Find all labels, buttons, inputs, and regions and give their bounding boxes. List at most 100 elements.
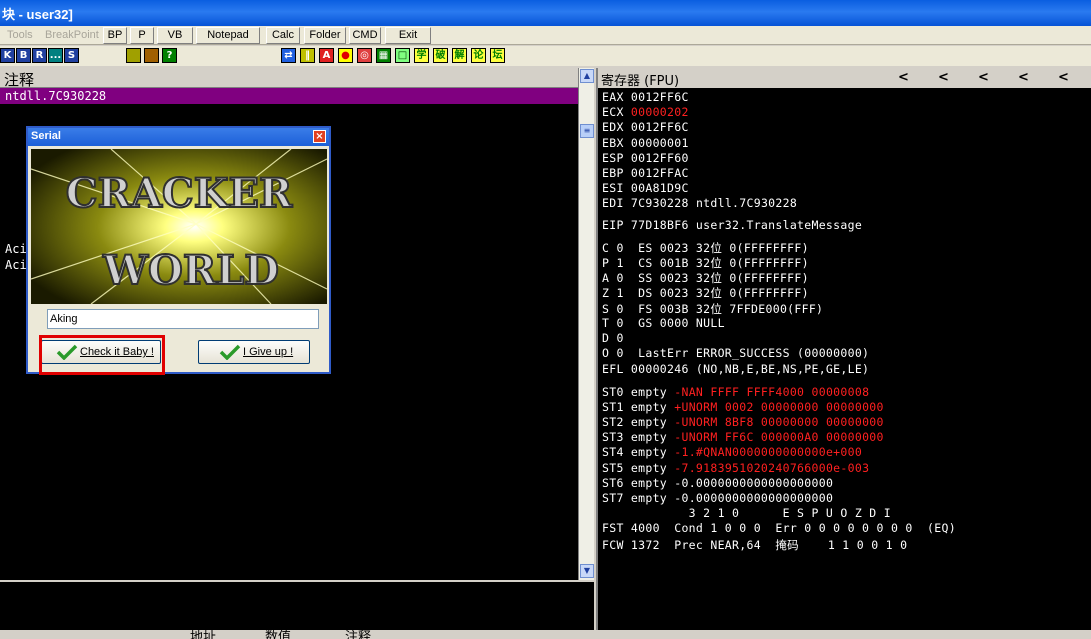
cmd-button[interactable]: CMD bbox=[349, 27, 381, 44]
toolbar-icon-dots[interactable]: ... bbox=[48, 48, 63, 63]
fpu-register-line[interactable]: ST5 empty -7.9183951020240766000e-003 bbox=[602, 461, 869, 475]
arrow-left-icon[interactable]: < bbox=[978, 70, 989, 85]
logo-line-2: WORLD bbox=[102, 247, 279, 294]
address-column-header[interactable]: 地址 bbox=[190, 626, 216, 639]
menu-breakpoint[interactable]: BreakPoint bbox=[45, 29, 99, 41]
toolbar-icon-list[interactable] bbox=[126, 48, 141, 63]
toolbar-icon-xue[interactable]: 学 bbox=[414, 48, 429, 63]
register-line[interactable]: ESP 0012FF60 bbox=[602, 151, 689, 165]
fpu-register-line[interactable]: ST3 empty -UNORM FF6C 000000A0 00000000 bbox=[602, 430, 884, 444]
bp-button[interactable]: BP bbox=[103, 27, 127, 44]
register-value[interactable]: 0012FF60 bbox=[631, 151, 689, 165]
eip-line[interactable]: EIP 77D18BF6 user32.TranslateMessage bbox=[602, 218, 862, 232]
register-line[interactable]: EBP 0012FFAC bbox=[602, 166, 689, 180]
value-column-header[interactable]: 数值 bbox=[265, 626, 291, 639]
register-value[interactable]: 00000001 bbox=[631, 136, 689, 150]
fpu-register-value[interactable]: -UNORM FF6C 000000A0 00000000 bbox=[674, 430, 883, 444]
toolbar-icon-pause[interactable]: ‖ bbox=[300, 48, 315, 63]
fpu-register-value[interactable]: -0.0000000000000000000 bbox=[674, 476, 833, 490]
fpu-register-line[interactable]: ST2 empty -UNORM 8BF8 00000000 00000000 bbox=[602, 415, 884, 429]
fpu-bit-header[interactable]: 3 2 1 0 E S P U O Z D I bbox=[602, 506, 891, 520]
toolbar-icon-r[interactable]: R bbox=[32, 48, 47, 63]
comment-column-header[interactable]: 注释 bbox=[0, 68, 578, 89]
arrow-left-icon[interactable]: < bbox=[898, 70, 909, 85]
arrow-left-icon[interactable]: < bbox=[1018, 70, 1029, 85]
fcw-line[interactable]: FCW 1372 Prec NEAR,64 掩码 1 1 0 0 1 0 bbox=[602, 537, 907, 553]
toolbar-icon-record[interactable]: ● bbox=[338, 48, 353, 63]
vb-button[interactable]: VB bbox=[157, 27, 193, 44]
scroll-up-icon[interactable]: ▲ bbox=[580, 69, 594, 83]
exit-button[interactable]: Exit bbox=[385, 27, 431, 44]
fpu-register-line[interactable]: ST4 empty -1.#QNAN0000000000000e+000 bbox=[602, 445, 862, 459]
list-item[interactable]: Aci bbox=[5, 242, 27, 256]
toolbar-icon-help[interactable]: ? bbox=[162, 48, 177, 63]
notepad-button[interactable]: Notepad bbox=[196, 27, 260, 44]
register-value[interactable]: 0012FFAC bbox=[631, 166, 689, 180]
flag-line[interactable]: O 0 LastErr ERROR_SUCCESS (00000000) bbox=[602, 346, 869, 360]
toolbar-icon-window[interactable]: □ bbox=[395, 48, 410, 63]
fpu-register-line[interactable]: ST0 empty -NAN FFFF FFFF4000 00000008 bbox=[602, 385, 869, 399]
fpu-register-label: ST5 empty bbox=[602, 460, 675, 475]
p-button[interactable]: P bbox=[130, 27, 154, 44]
fpu-register-value[interactable]: +UNORM 0002 00000000 00000000 bbox=[674, 400, 883, 414]
toolbar-icon-b[interactable]: B bbox=[16, 48, 31, 63]
fpu-register-value[interactable]: -UNORM 8BF8 00000000 00000000 bbox=[674, 415, 883, 429]
flag-line[interactable]: C 0 ES 0023 32位 0(FFFFFFFF) bbox=[602, 240, 809, 256]
fpu-register-value[interactable]: -1.#QNAN0000000000000e+000 bbox=[674, 445, 862, 459]
flag-line[interactable]: D 0 bbox=[602, 331, 624, 345]
register-line[interactable]: EBX 00000001 bbox=[602, 136, 689, 150]
fpu-register-label: ST2 empty bbox=[602, 415, 675, 429]
register-line[interactable]: ESI 00A81D9C bbox=[602, 181, 689, 195]
vertical-scrollbar[interactable]: ▲ ≡ ▼ bbox=[578, 68, 594, 580]
register-label: EAX bbox=[602, 90, 624, 104]
efl-line[interactable]: EFL 00000246 (NO,NB,E,BE,NS,PE,GE,LE) bbox=[602, 362, 869, 376]
arrow-left-icon[interactable]: < bbox=[1058, 70, 1069, 85]
scroll-thumb[interactable]: ≡ bbox=[580, 124, 594, 138]
comment-column-header-2[interactable]: 注释 bbox=[345, 626, 371, 639]
toolbar-icon-po[interactable]: 破 bbox=[433, 48, 448, 63]
flag-line[interactable]: Z 1 DS 0023 32位 0(FFFFFFFF) bbox=[602, 285, 809, 301]
register-value[interactable]: 7C930228 bbox=[631, 196, 689, 210]
close-icon[interactable]: × bbox=[313, 130, 326, 143]
register-line[interactable]: ECX 00000202 bbox=[602, 105, 689, 119]
register-value[interactable]: 0012FF6C bbox=[631, 120, 689, 134]
list-item[interactable]: Aci bbox=[5, 258, 27, 272]
toolbar-icon-tan[interactable]: 坛 bbox=[490, 48, 505, 63]
flag-line[interactable]: S 0 FS 003B 32位 7FFDE000(FFF) bbox=[602, 301, 823, 317]
register-value[interactable]: 00A81D9C bbox=[631, 181, 689, 195]
register-line[interactable]: EDI 7C930228 ntdll.7C930228 bbox=[602, 196, 797, 210]
fpu-register-value[interactable]: -NAN FFFF FFFF4000 00000008 bbox=[674, 385, 869, 399]
toolbar-icon-refresh[interactable]: ⇄ bbox=[281, 48, 296, 63]
folder-button[interactable]: Folder bbox=[304, 27, 346, 44]
fpu-register-line[interactable]: ST7 empty -0.0000000000000000000 bbox=[602, 491, 833, 505]
toolbar-icon-k[interactable]: K bbox=[0, 48, 15, 63]
fst-line[interactable]: FST 4000 Cond 1 0 0 0 Err 0 0 0 0 0 0 0 … bbox=[602, 521, 956, 535]
flag-line[interactable]: P 1 CS 001B 32位 0(FFFFFFFF) bbox=[602, 255, 809, 271]
register-line[interactable]: EAX 0012FF6C bbox=[602, 90, 689, 104]
fpu-register-line[interactable]: ST6 empty -0.0000000000000000000 bbox=[602, 476, 833, 490]
register-value[interactable]: 00000202 bbox=[631, 105, 689, 119]
register-value[interactable]: 0012FF6C bbox=[631, 90, 689, 104]
flag-line[interactable]: A 0 SS 0023 32位 0(FFFFFFFF) bbox=[602, 270, 809, 286]
scroll-down-icon[interactable]: ▼ bbox=[580, 564, 594, 578]
toolbar-icon-target[interactable]: ◎ bbox=[357, 48, 372, 63]
calc-button[interactable]: Calc bbox=[266, 27, 300, 44]
flag-line[interactable]: T 0 GS 0000 NULL bbox=[602, 316, 725, 330]
arrow-left-icon[interactable]: < bbox=[938, 70, 949, 85]
toolbar-icon-grid[interactable] bbox=[144, 48, 159, 63]
give-up-button[interactable]: I Give up ! bbox=[198, 340, 310, 364]
menu-tools[interactable]: Tools bbox=[7, 29, 33, 41]
toolbar-icon-lun[interactable]: 论 bbox=[471, 48, 486, 63]
fpu-register-value[interactable]: -7.9183951020240766000e-003 bbox=[674, 461, 869, 475]
toolbar-icon-a[interactable]: A bbox=[319, 48, 334, 63]
toolbar-icon-s[interactable]: S bbox=[64, 48, 79, 63]
fpu-register-value[interactable]: -0.0000000000000000000 bbox=[674, 491, 833, 505]
toolbar-icon-jie[interactable]: 解 bbox=[452, 48, 467, 63]
selected-row[interactable]: ntdll.7C930228 bbox=[0, 88, 578, 104]
registers-pane[interactable]: 寄存器 (FPU) < < < < < EAX 0012FF6C ECX 0000… bbox=[596, 68, 1091, 630]
serial-input[interactable]: Aking bbox=[47, 309, 319, 329]
toolbar-icon-chip[interactable]: ▦ bbox=[376, 48, 391, 63]
register-line[interactable]: EDX 0012FF6C bbox=[602, 120, 689, 134]
dump-pane[interactable] bbox=[0, 582, 594, 630]
fpu-register-line[interactable]: ST1 empty +UNORM 0002 00000000 00000000 bbox=[602, 400, 884, 414]
